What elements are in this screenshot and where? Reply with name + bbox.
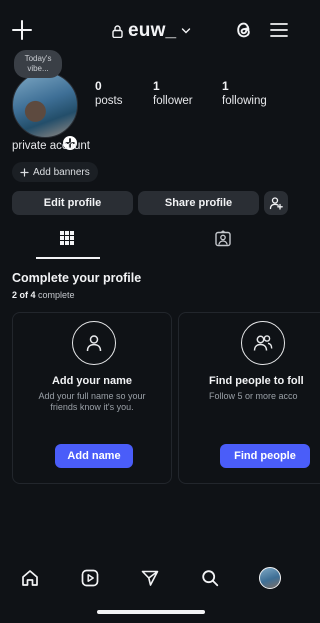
- nav-home[interactable]: [18, 566, 42, 590]
- chevron-down-icon: [182, 28, 191, 34]
- create-button[interactable]: [10, 18, 34, 42]
- nav-messages[interactable]: [138, 566, 162, 590]
- threads-icon: [237, 22, 250, 38]
- share-profile-button[interactable]: Share profile: [138, 191, 259, 215]
- complete-profile-title: Complete your profile: [12, 271, 142, 285]
- card-description: Add your full name so your friends know …: [38, 391, 146, 412]
- add-user-icon: [269, 197, 283, 210]
- home-indicator: [97, 610, 205, 614]
- card-icon-circle: [72, 321, 116, 365]
- card-title: Add your name: [51, 375, 133, 387]
- bottom-nav: [0, 560, 300, 600]
- card-title: Find people to foll: [209, 375, 304, 387]
- profile-tabs: [0, 230, 300, 260]
- stat-posts[interactable]: 0 posts: [95, 79, 123, 107]
- stat-number: 1: [153, 79, 160, 93]
- user-icon: [86, 335, 102, 352]
- progress-status: complete: [38, 290, 75, 300]
- find-people-button[interactable]: Find people: [220, 444, 310, 468]
- stat-following[interactable]: 1 following: [222, 79, 267, 107]
- search-icon: [202, 570, 219, 587]
- tab-posts-grid[interactable]: [34, 230, 100, 260]
- grid-icon: [60, 231, 74, 245]
- home-icon: [22, 570, 38, 586]
- complete-profile-progress: 2 of 4 complete: [12, 290, 75, 300]
- avatar-container[interactable]: [12, 72, 80, 152]
- menu-icon: [270, 23, 288, 37]
- tagged-icon: [215, 230, 231, 247]
- add-banners-label: Add banners: [33, 166, 90, 178]
- stat-label: posts: [95, 95, 123, 107]
- active-tab-indicator: [36, 257, 100, 259]
- card-description: Follow 5 or more acco: [209, 391, 298, 401]
- stat-followers[interactable]: 1 follower: [153, 79, 193, 107]
- add-name-button[interactable]: Add name: [55, 444, 133, 468]
- nav-reels[interactable]: [78, 566, 102, 590]
- note-bubble[interactable]: Today's vibe...: [14, 50, 62, 78]
- plus-icon: [12, 20, 32, 40]
- stat-label: follower: [153, 95, 193, 107]
- username: euw_: [128, 20, 177, 41]
- account-switcher[interactable]: euw_: [112, 18, 191, 44]
- stat-number: 0: [95, 79, 102, 93]
- discover-people-button[interactable]: [264, 191, 288, 215]
- stat-number: 1: [222, 79, 229, 93]
- tab-tagged[interactable]: [190, 230, 256, 260]
- avatar[interactable]: [12, 72, 78, 138]
- profile-avatar: [259, 567, 281, 589]
- card-icon-circle: [241, 321, 285, 365]
- progress-count: 2 of 4: [12, 290, 36, 300]
- send-icon: [141, 570, 159, 586]
- card-add-name[interactable]: Add your name Add your full name so your…: [12, 312, 172, 484]
- add-banners-button[interactable]: Add banners: [12, 162, 98, 182]
- threads-button[interactable]: [232, 18, 256, 42]
- nav-search[interactable]: [198, 566, 222, 590]
- menu-button[interactable]: [267, 18, 291, 42]
- plus-icon: [20, 167, 29, 177]
- card-find-people[interactable]: Find people to foll Follow 5 or more acc…: [178, 312, 320, 484]
- people-icon: [253, 335, 273, 351]
- bio-text: private account: [12, 140, 90, 152]
- nav-profile[interactable]: [258, 566, 282, 590]
- lock-icon: [112, 24, 123, 38]
- reels-icon: [81, 569, 99, 587]
- stat-label: following: [222, 95, 267, 107]
- edit-profile-button[interactable]: Edit profile: [12, 191, 133, 215]
